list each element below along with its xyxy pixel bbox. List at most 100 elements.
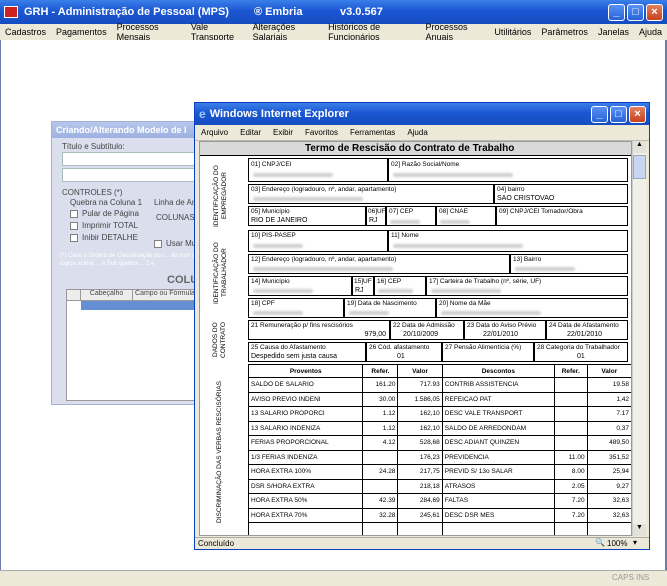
titulo-label: Título e Subtítulo: bbox=[62, 142, 125, 151]
colunas-value: COLUNAS bbox=[156, 213, 195, 222]
doc-title: Termo de Rescisão do Contrato de Trabalh… bbox=[305, 143, 515, 154]
field-20: 20] Nome da Mãe bbox=[436, 298, 628, 318]
menu-6[interactable]: Processos Anuais bbox=[420, 22, 489, 42]
zoom-level[interactable]: 100% bbox=[607, 539, 627, 548]
selected-row[interactable] bbox=[81, 301, 197, 310]
verbas-cell: PREVIDENCIA bbox=[441, 449, 555, 465]
menu-9[interactable]: Janelas bbox=[593, 27, 634, 37]
verbas-cell: 32,63 bbox=[586, 493, 631, 509]
verbas-cell: SALDO DE SALARIO bbox=[247, 377, 364, 393]
verbas-cell: HORA EXTRA 70% bbox=[247, 507, 364, 523]
verbas-cell: 42.39 bbox=[362, 493, 399, 509]
verbas-cell: 32,63 bbox=[586, 507, 631, 523]
verbas-cell bbox=[553, 522, 588, 535]
zoom-icon: 🔍 bbox=[595, 538, 605, 547]
ie-status-text: Concluído bbox=[198, 539, 235, 548]
menu-5[interactable]: Históricos de Funcionários bbox=[323, 22, 420, 42]
menu-2[interactable]: Processos Mensais bbox=[112, 22, 186, 42]
verbas-cell: DESC VALE TRANSPORT bbox=[441, 406, 555, 422]
section-empregador: IDENTIFICAÇÃO DO EMPREGADOR bbox=[213, 165, 228, 227]
verbas-cell: REFEICAO PAT bbox=[441, 391, 555, 407]
menu-8[interactable]: Parâmetros bbox=[536, 27, 593, 37]
section-verbas: DISCRIMINAÇÃO DAS VERBAS RESCISÓRIAS bbox=[216, 381, 223, 523]
verbas-cell: 717.93 bbox=[397, 377, 443, 393]
field-01: 01] CNPJ/CEI bbox=[248, 158, 388, 182]
ie-scrollbar[interactable]: ▲ ▼ bbox=[632, 141, 646, 536]
table-row: 13 SALARIO INDENIZA 1.12 162,10 SALDO DE AR… bbox=[247, 420, 631, 436]
field-10: 10] PIS-PASEP bbox=[248, 230, 388, 252]
verbas-cell: 161.20 bbox=[362, 377, 399, 393]
verbas-cell: 1.12 bbox=[362, 420, 399, 436]
verbas-cell bbox=[553, 377, 588, 393]
checkbox-detalhe[interactable] bbox=[70, 234, 78, 242]
verbas-header-1: Refer. bbox=[362, 364, 399, 378]
verbas-cell: 0,37 bbox=[586, 420, 631, 436]
scroll-up-arrow[interactable]: ▲ bbox=[633, 141, 646, 153]
verbas-cell bbox=[397, 522, 443, 535]
ie-maximize-button[interactable]: □ bbox=[610, 105, 627, 123]
section-trabalhador: IDENTIFICAÇÃO DO TRABALHADOR bbox=[213, 242, 228, 304]
check-label-pular: Pular de Página bbox=[82, 209, 139, 218]
col-header-cabecalho[interactable]: Cabeçalho bbox=[81, 290, 133, 300]
ie-minimize-button[interactable]: _ bbox=[591, 105, 608, 123]
verbas-cell: 489,50 bbox=[586, 435, 631, 451]
controles-label: CONTROLES (*) bbox=[62, 188, 123, 197]
verbas-cell: 13 SALARIO INDENIZA bbox=[247, 420, 364, 436]
ie-menu-1[interactable]: Editar bbox=[234, 128, 267, 137]
verbas-cell bbox=[553, 391, 588, 407]
app-version: v3.0.567 bbox=[340, 6, 383, 18]
scroll-thumb[interactable] bbox=[633, 155, 646, 179]
ie-menu-4[interactable]: Ferramentas bbox=[344, 128, 401, 137]
verbas-cell: CONTRIB ASSISTENCIA bbox=[441, 377, 555, 393]
table-row: HORA EXTRA 70% 32.28 245,61 DESC DSR MES 7.2… bbox=[247, 507, 631, 523]
scroll-down-arrow[interactable]: ▼ bbox=[633, 524, 646, 536]
caps-indicator: CAPS bbox=[612, 573, 634, 582]
verbas-cell: 7.17 bbox=[586, 406, 631, 422]
maximize-button[interactable]: □ bbox=[627, 3, 644, 21]
checkbox-pular[interactable] bbox=[70, 210, 78, 218]
col-header-campo[interactable]: Campo ou Fórmula bbox=[133, 290, 197, 300]
ie-close-button[interactable]: × bbox=[629, 105, 646, 123]
field-12: 12] Endereço (logradouro, nº, andar, apa… bbox=[248, 254, 510, 274]
field-23: 23 Data do Aviso Prévio 22/01/2010 bbox=[464, 320, 546, 340]
table-row: DSR S/HORA EXTRA 218,18 ATRASOS 2.05 9,27 bbox=[247, 478, 631, 494]
ie-menu-0[interactable]: Arquivo bbox=[195, 128, 234, 137]
checkbox-usar[interactable] bbox=[154, 240, 162, 248]
menu-7[interactable]: Utilitários bbox=[489, 27, 536, 37]
verbas-cell: 19.58 bbox=[586, 377, 631, 393]
verbas-cell: 218,18 bbox=[397, 478, 443, 494]
field-13: 13] Bairro bbox=[510, 254, 628, 274]
verbas-header-3: Descontos bbox=[441, 364, 555, 378]
verbas-cell: FERIAS PROPORCIONAL bbox=[247, 435, 364, 451]
menu-4[interactable]: Alterações Salariais bbox=[248, 22, 324, 42]
verbas-table: Proventos Refer. Valor Descontos Refer. Valor… bbox=[247, 364, 631, 535]
menu-0[interactable]: Cadastros bbox=[0, 27, 51, 37]
ie-window: e Windows Internet Explorer _ □ × Arquiv… bbox=[194, 102, 650, 550]
ie-menu-3[interactable]: Favoritos bbox=[299, 128, 344, 137]
checkbox-total[interactable] bbox=[70, 222, 78, 230]
menu-10[interactable]: Ajuda bbox=[634, 27, 667, 37]
verbas-header-4: Refer. bbox=[553, 364, 588, 378]
menu-1[interactable]: Pagamentos bbox=[51, 27, 112, 37]
verbas-cell: DESC ADIANT QUINZEN bbox=[441, 435, 555, 451]
ie-menubar: Arquivo Editar Exibir Favoritos Ferramentas A… bbox=[195, 125, 649, 141]
app-icon bbox=[4, 6, 18, 18]
columns-grid[interactable]: Cabeçalho Campo ou Fórmula bbox=[66, 289, 198, 401]
verbas-cell bbox=[362, 478, 399, 494]
verbas-cell bbox=[553, 406, 588, 422]
app-menubar: Cadastros Pagamentos Processos Mensais Vale… bbox=[0, 22, 667, 42]
close-button[interactable]: × bbox=[646, 3, 663, 21]
table-row: FERIAS PROPORCIONAL 4.12 528,68 DESC ADIANT… bbox=[247, 435, 631, 451]
minimize-button[interactable]: _ bbox=[608, 3, 625, 21]
table-row: HORA EXTRA 100% 24.28 217,75 PREVID S/ 13o … bbox=[247, 464, 631, 480]
verbas-cell: HORA EXTRA 100% bbox=[247, 464, 364, 480]
menu-3[interactable]: Vale Transporte bbox=[186, 22, 248, 42]
ie-menu-2[interactable]: Exibir bbox=[267, 128, 299, 137]
verbas-cell: HORA EXTRA 50% bbox=[247, 493, 364, 509]
field-18: 18] CPF bbox=[248, 298, 344, 318]
ie-menu-5[interactable]: Ajuda bbox=[401, 128, 433, 137]
verbas-cell: 1.586,05 bbox=[397, 391, 443, 407]
verbas-cell bbox=[362, 522, 399, 535]
field-26: 26 Cód. afastamento 01 bbox=[366, 342, 442, 362]
zoom-dropdown-icon[interactable]: ▾ bbox=[633, 538, 637, 547]
